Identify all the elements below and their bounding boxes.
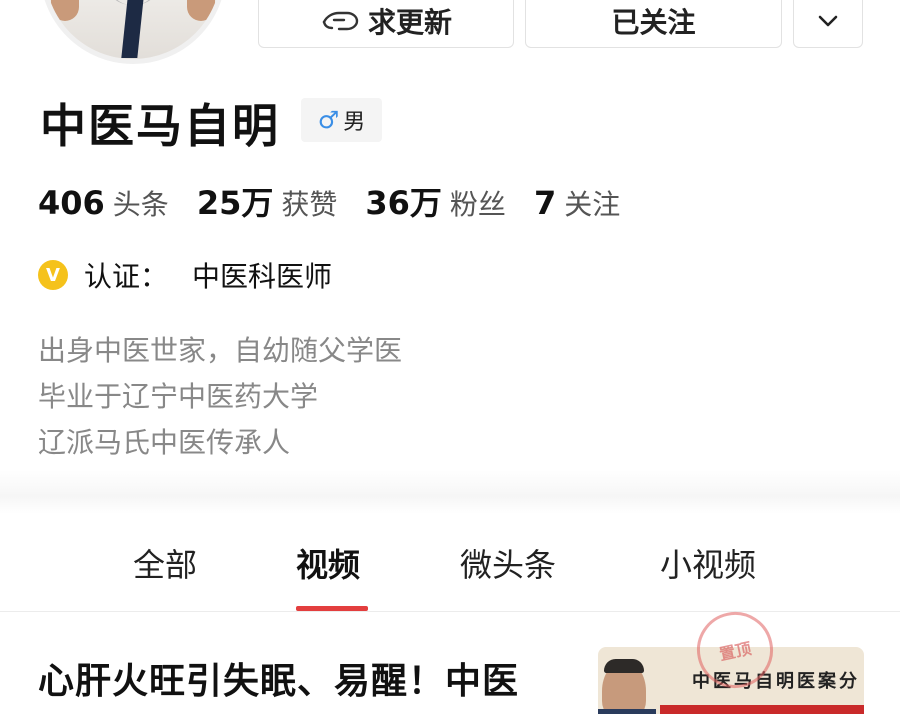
bio: 出身中医世家，自幼随父学医 毕业于辽宁中医药大学 辽派马氏中医传承人 bbox=[38, 328, 402, 466]
verification-row: V 认证： 中医科医师 bbox=[38, 255, 332, 295]
content-tabs: 全部 视频 微头条 小视频 bbox=[0, 522, 900, 612]
stat-value: 36万 bbox=[365, 184, 442, 222]
thumbnail-person-hair bbox=[604, 659, 644, 673]
feed-item-title[interactable]: 心肝火旺引失眠、易醒！中医 bbox=[38, 652, 519, 704]
followed-button[interactable]: 已关注 bbox=[525, 0, 782, 48]
pinned-stamp-text: 置顶 bbox=[717, 638, 753, 665]
tab-video[interactable]: 视频 bbox=[296, 540, 360, 586]
followed-label: 已关注 bbox=[611, 6, 696, 39]
tab-short-video[interactable]: 小视频 bbox=[660, 540, 756, 586]
stat-likes: 25万 获赞 bbox=[197, 178, 338, 224]
stat-label: 粉丝 bbox=[449, 188, 506, 221]
stat-label: 获赞 bbox=[281, 188, 338, 221]
tab-micro-headline[interactable]: 微头条 bbox=[460, 540, 556, 586]
stat-label: 关注 bbox=[564, 188, 621, 221]
bio-line: 毕业于辽宁中医药大学 bbox=[38, 380, 319, 413]
thumbnail-person-shirt bbox=[598, 709, 656, 714]
avatar[interactable] bbox=[40, 0, 226, 64]
hand-wave-icon bbox=[320, 8, 360, 34]
stat-label: 头条 bbox=[112, 188, 169, 221]
more-options-button[interactable] bbox=[793, 0, 863, 48]
verification-label: 认证： bbox=[84, 260, 169, 293]
stat-value: 25万 bbox=[196, 184, 274, 222]
request-update-button[interactable]: 求更新 bbox=[258, 0, 514, 48]
tab-all[interactable]: 全部 bbox=[133, 540, 197, 586]
stat-value: 406 bbox=[38, 184, 105, 222]
section-divider bbox=[0, 470, 900, 514]
profile-name: 中医马自明 bbox=[40, 99, 280, 153]
gender-badge: ♂ 男 bbox=[301, 98, 382, 142]
thumbnail-band bbox=[660, 705, 864, 714]
stat-followers[interactable]: 36万 粉丝 bbox=[365, 178, 506, 224]
bio-line: 辽派马氏中医传承人 bbox=[38, 426, 291, 459]
bio-line: 出身中医世家，自幼随父学医 bbox=[38, 334, 403, 367]
active-tab-indicator bbox=[296, 606, 368, 611]
verification-value: 中医科医师 bbox=[192, 260, 333, 293]
stats-row: 406 头条 25万 获赞 36万 粉丝 7 关注 bbox=[38, 178, 648, 224]
verified-badge-icon: V bbox=[38, 260, 68, 290]
stat-value: 7 bbox=[533, 184, 557, 222]
chevron-down-icon bbox=[817, 14, 839, 28]
stat-following[interactable]: 7 关注 bbox=[534, 183, 620, 223]
gender-label: 男 bbox=[343, 110, 366, 135]
request-update-label: 求更新 bbox=[367, 6, 452, 39]
stat-posts[interactable]: 406 头条 bbox=[38, 183, 169, 223]
male-icon: ♂ bbox=[317, 106, 340, 134]
